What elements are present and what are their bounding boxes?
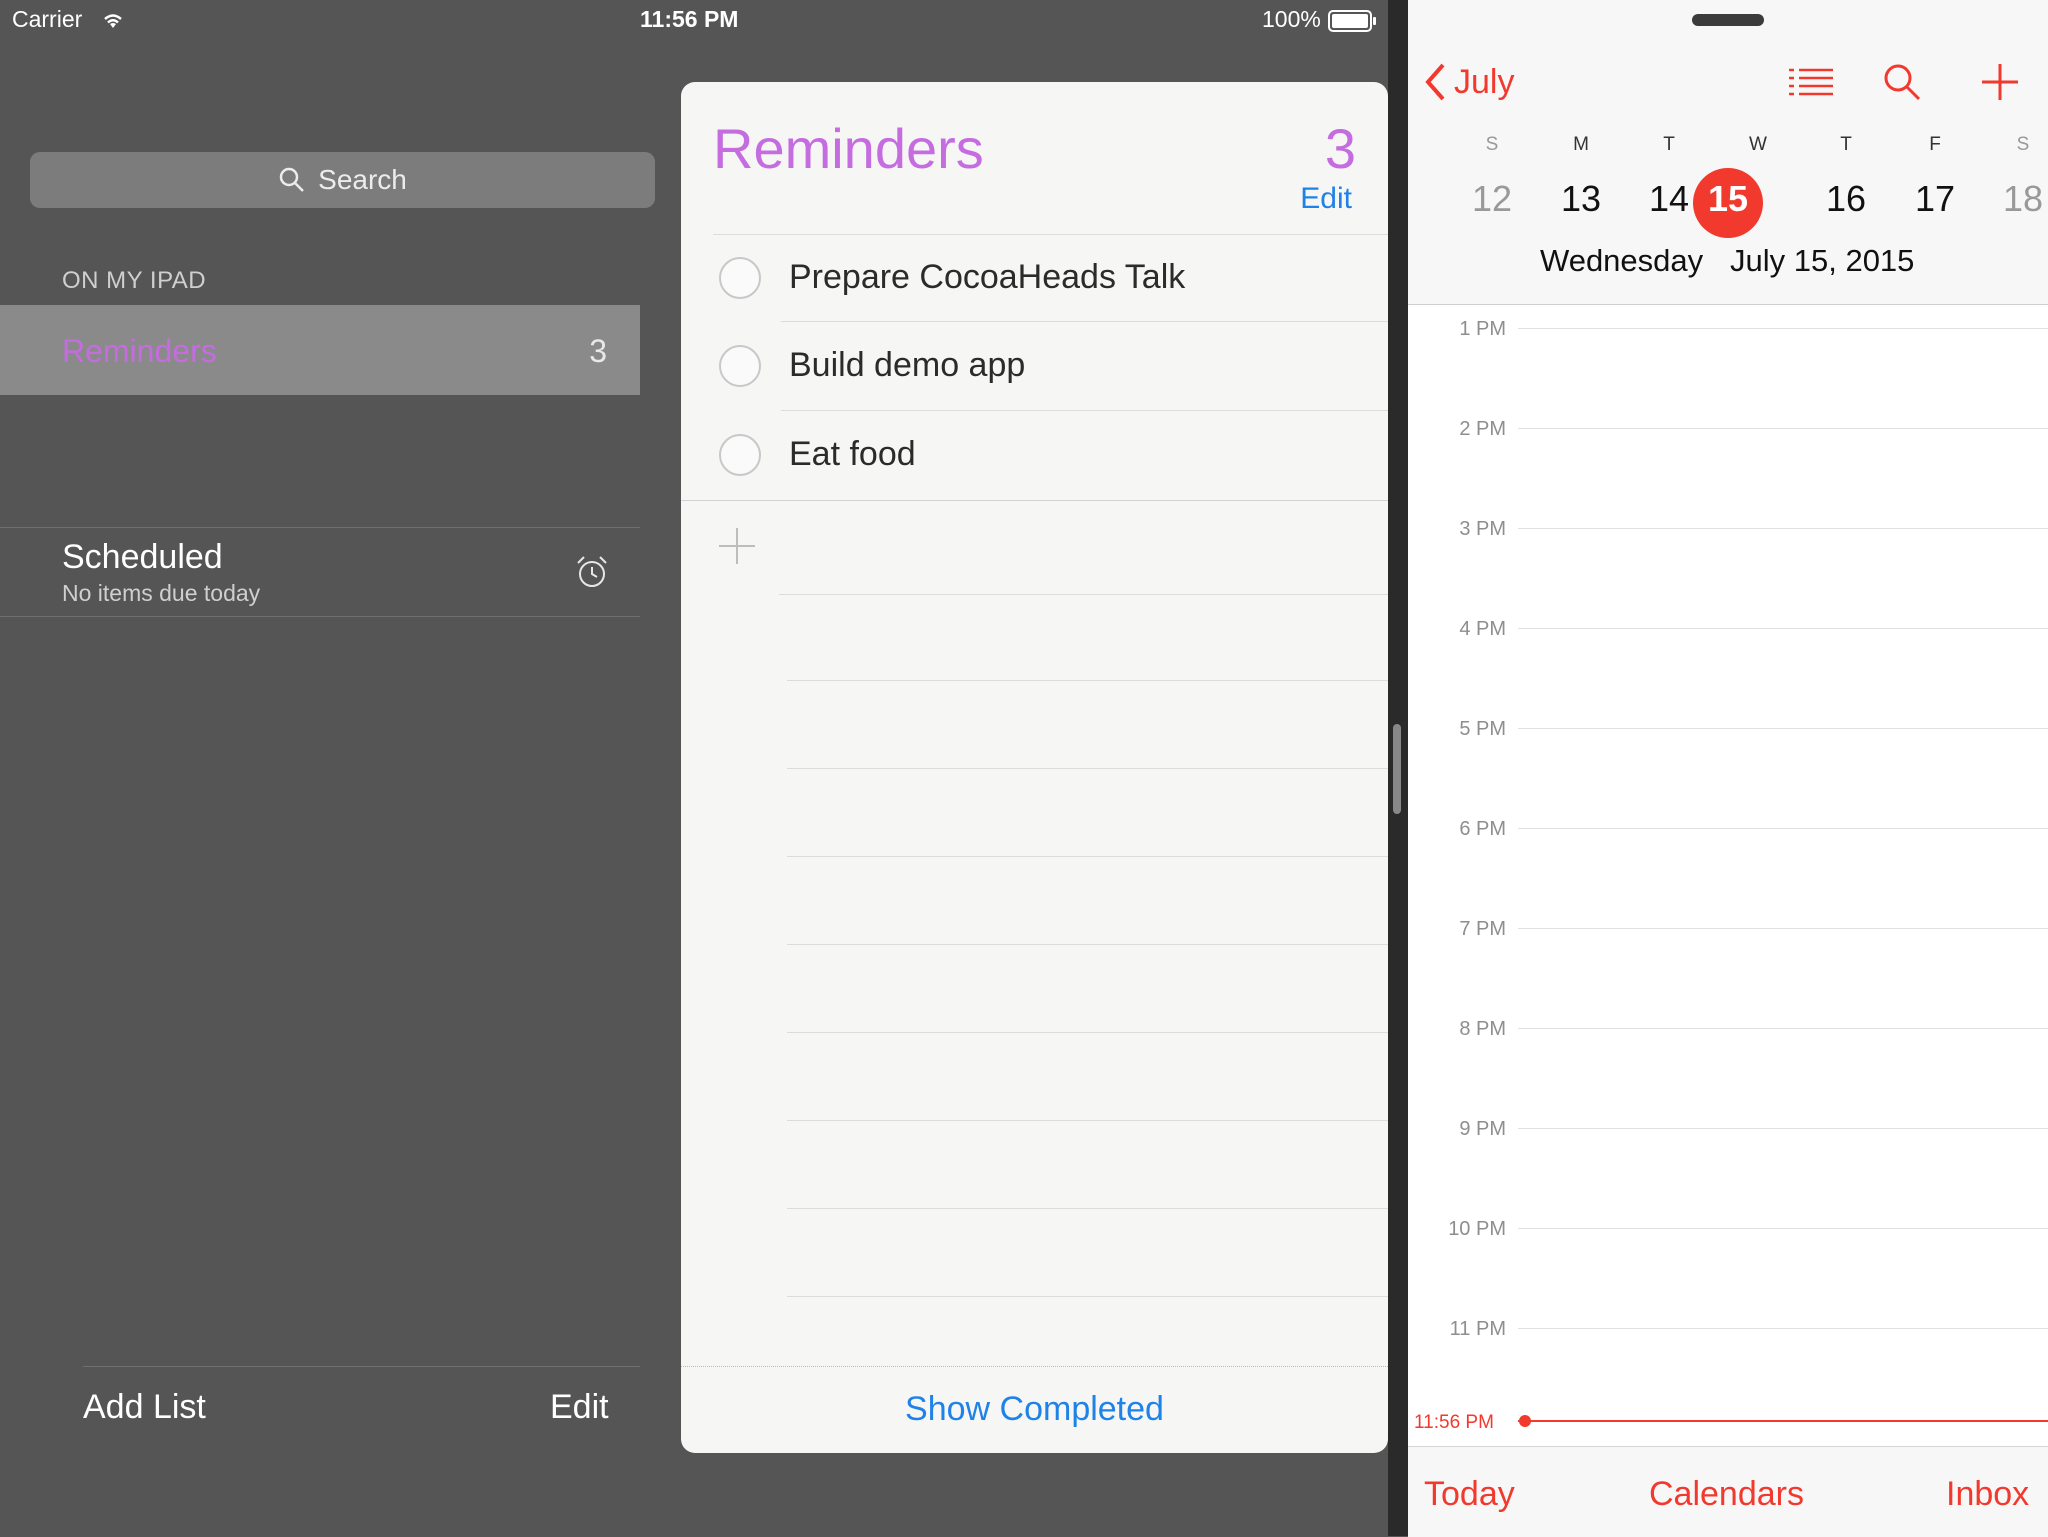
hour-line [1518,528,2048,529]
list-name: Reminders [62,333,217,369]
weekday-letter: M [1573,134,1589,155]
scheduled-title: Scheduled [62,538,223,576]
hour-line [1518,1028,2048,1029]
footer-divider [681,1366,1388,1367]
hour-label: 3 PM [1459,518,1506,540]
hour-line [1518,728,2048,729]
hour-line [1518,328,2048,329]
complete-checkbox[interactable] [719,257,761,299]
selected-date-weekday: Wednesday [1540,243,1704,278]
chevron-left-icon [1425,63,1445,101]
add-list-button[interactable]: Add List [83,1388,206,1427]
wifi-icon [104,14,122,28]
ruled-line [787,1208,1388,1209]
hour-line [1518,828,2048,829]
hour-label: 5 PM [1459,718,1506,740]
edit-button[interactable]: Edit [1300,182,1352,216]
back-to-month-button[interactable]: July [1424,62,1514,102]
hour-line [1518,628,2048,629]
divider [0,616,640,617]
reminder-item[interactable]: Eat food [789,435,916,474]
section-header-on-my-ipad: ON MY IPAD [62,267,207,294]
list-view-icon[interactable] [1788,66,1834,100]
today-button[interactable]: Today [1424,1475,1515,1514]
hour-label: 4 PM [1459,618,1506,640]
hour-label: 2 PM [1459,418,1506,440]
ruled-line [787,944,1388,945]
carrier-label: Carrier [12,6,83,32]
divider [781,410,1388,411]
day-cell[interactable]: 18 [1987,178,2048,220]
search-field[interactable]: Search [30,152,655,208]
reminder-item[interactable]: Build demo app [789,346,1025,385]
reminders-card: Reminders 3 Edit Prepare CocoaHeads Talk… [681,82,1388,1453]
hour-line [1518,428,2048,429]
scheduled-subtitle: No items due today [62,580,261,606]
reminder-item[interactable]: Prepare CocoaHeads Talk [789,258,1185,297]
show-completed-button[interactable]: Show Completed [681,1390,1388,1429]
slide-over-grabber[interactable] [1692,14,1764,26]
alarm-clock-icon [577,556,607,587]
calendar-toolbar: Today Calendars Inbox [1408,1446,2048,1537]
ruled-line [787,856,1388,857]
ruled-line [787,680,1388,681]
divider [713,234,1388,235]
battery-icon [1328,10,1376,32]
search-placeholder: Search [318,164,407,195]
current-time-line [1518,1420,2048,1422]
ruled-line [787,768,1388,769]
back-month-label: July [1454,62,1515,101]
hour-label: 11 PM [1449,1318,1506,1340]
hour-label: 1 PM [1459,318,1506,340]
divider [681,500,1388,501]
edit-lists-button[interactable]: Edit [550,1388,609,1427]
split-view-handle[interactable] [1393,724,1401,814]
day-cell[interactable]: 13 [1545,178,1617,220]
weekday-letter: W [1749,134,1767,155]
current-time-dot [1519,1415,1531,1427]
hour-label: 6 PM [1459,818,1506,840]
current-time-label: 11:56 PM [1414,1412,1494,1433]
selected-date-full: July 15, 2015 [1730,243,1915,278]
weekday-letter: S [1485,134,1499,155]
complete-checkbox[interactable] [719,434,761,476]
list-count: 3 [589,333,607,369]
calendars-button[interactable]: Calendars [1649,1475,1804,1514]
day-cell[interactable]: 17 [1899,178,1971,220]
hour-label: 10 PM [1448,1218,1506,1240]
ruled-line [787,1120,1388,1121]
complete-checkbox[interactable] [719,345,761,387]
list-item-count: 3 [1324,117,1356,180]
ruled-line [779,594,1388,595]
hour-label: 8 PM [1459,1018,1506,1040]
list-title: Reminders [713,117,984,180]
hour-line [1518,1228,2048,1229]
ruled-line [787,1296,1388,1297]
status-time: 11:56 PM [640,6,739,32]
hour-line [1518,928,2048,929]
hour-label: 9 PM [1459,1118,1506,1140]
hour-label: 7 PM [1459,918,1506,940]
day-cell-selected[interactable]: 15 [1692,178,1764,220]
search-icon[interactable] [1882,62,1922,102]
day-cell[interactable]: 16 [1810,178,1882,220]
add-reminder-plus-icon[interactable] [717,526,757,566]
weekday-letter: T [1840,134,1852,155]
add-event-plus-icon[interactable] [1980,62,2020,102]
weekday-letter: T [1663,134,1675,155]
ruled-line [787,1032,1388,1033]
weekday-letter: S [2016,134,2030,155]
day-cell[interactable]: 12 [1456,178,1528,220]
sidebar-item-reminders[interactable]: Reminders 3 [0,305,640,395]
inbox-button[interactable]: Inbox [1946,1475,2029,1514]
hour-line [1518,1128,2048,1129]
divider [781,321,1388,322]
search-icon [279,167,305,192]
calendar-app: July S M T W T F S 12 13 14 15 16 17 18 … [1408,0,2048,1537]
hour-line [1518,1328,2048,1329]
weekday-letter: F [1929,134,1941,155]
divider [83,1366,640,1367]
battery-percent: 100% [1262,6,1321,32]
